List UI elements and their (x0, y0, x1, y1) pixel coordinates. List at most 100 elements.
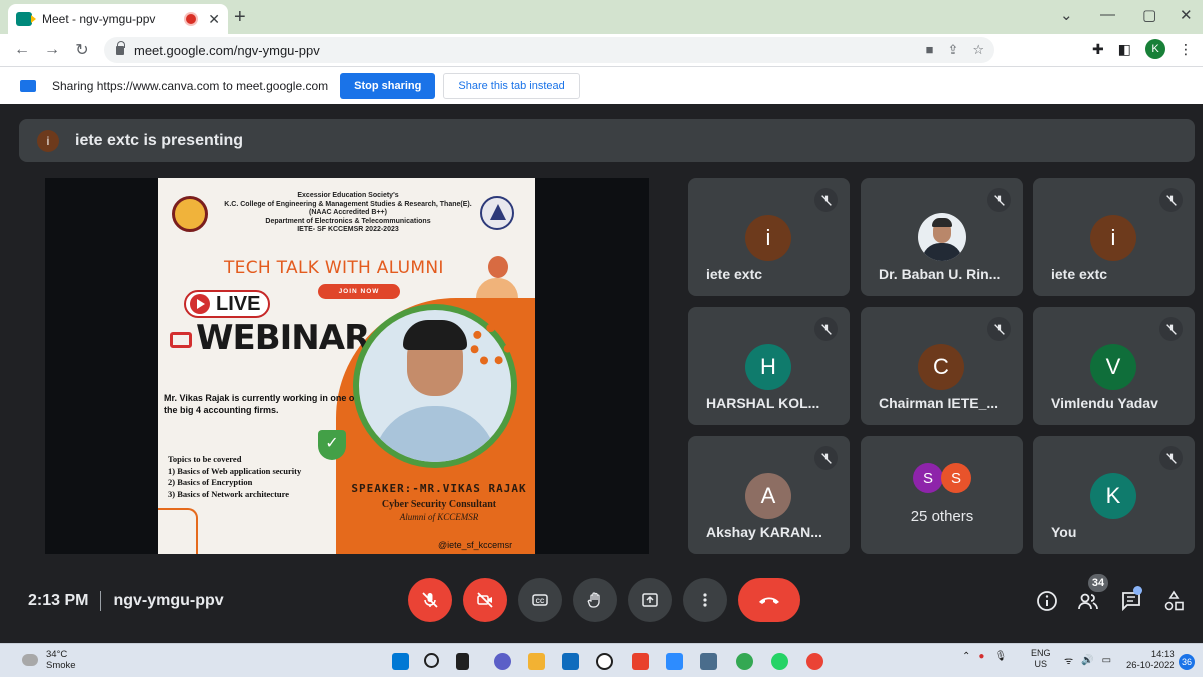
captions-button[interactable]: CC (518, 578, 562, 622)
mail-icon[interactable] (562, 653, 579, 670)
close-tab-icon[interactable]: ✕ (208, 11, 220, 28)
new-tab-button[interactable]: + (234, 6, 246, 29)
shared-screen[interactable]: Excessior Education Society's K.C. Colle… (45, 178, 649, 554)
participant-avatar: i (745, 215, 791, 261)
chat-teams-icon[interactable] (494, 653, 511, 670)
join-now-badge: JOIN NOW (318, 284, 400, 299)
dell-icon[interactable] (596, 653, 613, 670)
people-icon (1078, 593, 1098, 610)
browser-toolbar: ← → ↻ meet.google.com/ngv-ymgu-ppv ■ ⇪ ☆… (0, 34, 1203, 66)
more-vertical-icon (703, 593, 707, 607)
quick-settings[interactable]: ᯤ 🔊 ▭ (1064, 653, 1112, 668)
language-indicator[interactable]: ENG US (1031, 648, 1051, 670)
app-blue-icon[interactable] (700, 653, 717, 670)
back-arrow-icon[interactable]: ← (10, 41, 34, 59)
activities-shapes-icon (1164, 590, 1184, 611)
iete-logo (480, 196, 514, 230)
chat-unread-dot (1133, 586, 1142, 595)
task-view-icon[interactable] (456, 653, 469, 670)
screen-sharing-infobar: Sharing https://www.canva.com to meet.go… (0, 66, 1203, 104)
participant-tile[interactable]: Dr. Baban U. Rin... (861, 178, 1023, 296)
presenting-text: iete extc is presenting (75, 131, 244, 149)
leave-call-button[interactable] (738, 578, 800, 622)
zoom-icon[interactable] (666, 653, 683, 670)
participant-avatar: C (918, 344, 964, 390)
show-hidden-icons-chevron-icon[interactable]: ⌃ (962, 651, 970, 662)
lock-icon (116, 40, 125, 55)
minimize-icon[interactable]: — (1100, 6, 1115, 23)
play-icon (190, 294, 210, 314)
more-options-button[interactable] (683, 578, 727, 622)
temperature: 34°C (46, 649, 68, 660)
share-page-icon[interactable]: ⇪ (947, 42, 958, 58)
mic-off-icon (1159, 446, 1183, 470)
extensions-puzzle-icon[interactable]: ✚ (1092, 41, 1104, 58)
meeting-time: 2:13 PM (28, 592, 89, 610)
microphone-toggle-button[interactable] (408, 578, 452, 622)
mic-off-icon (814, 446, 838, 470)
address-bar[interactable]: meet.google.com/ngv-ymgu-ppv ■ ⇪ ☆ (104, 37, 994, 63)
stop-sharing-button[interactable]: Stop sharing (340, 72, 436, 99)
participant-avatar: S (913, 463, 943, 493)
share-this-tab-button[interactable]: Share this tab instead (443, 72, 580, 99)
present-now-button[interactable] (628, 578, 672, 622)
reload-icon[interactable]: ↻ (70, 40, 94, 60)
participant-avatar: K (1090, 473, 1136, 519)
start-windows-icon[interactable] (392, 653, 409, 670)
live-badge: LIVE (184, 290, 270, 318)
participant-tile[interactable]: A Akshay KARAN... (688, 436, 850, 554)
others-count: 25 others (910, 508, 974, 525)
mic-off-icon (987, 317, 1011, 341)
camera-toggle-button[interactable] (463, 578, 507, 622)
forward-arrow-icon[interactable]: → (40, 41, 64, 59)
wifi-icon: ᯤ (1064, 656, 1074, 667)
shield-check-icon: ✓ (318, 430, 346, 460)
file-explorer-icon[interactable] (528, 653, 545, 670)
topics-list: Topics to be covered 1) Basics of Web ap… (168, 454, 302, 499)
side-panel-icon[interactable]: ◧ (1118, 41, 1131, 58)
chrome-icon[interactable] (736, 653, 753, 670)
microphone-icon[interactable]: 🎙 (994, 651, 1007, 662)
participant-name: Chairman IETE_... (879, 395, 999, 411)
taskbar-clock[interactable]: 14:13 26-10-2022 (1126, 649, 1175, 671)
notification-badge[interactable]: 36 (1179, 654, 1195, 670)
browser-menu-icon[interactable]: ⋮ (1179, 41, 1193, 58)
browser-tab-meet[interactable]: Meet - ngv-ymgu-ppv ✕ (8, 4, 228, 34)
antivirus-icon[interactable]: ● (978, 651, 984, 662)
gear-icon (470, 324, 512, 366)
battery-icon: ▭ (1101, 654, 1112, 666)
search-icon[interactable] (424, 653, 439, 668)
url-text: meet.google.com/ngv-ymgu-ppv (134, 42, 320, 58)
recording-indicator-icon (186, 14, 197, 24)
others-tile[interactable]: S S 25 others (861, 436, 1023, 554)
webinar-poster: Excessior Education Society's K.C. Colle… (158, 178, 535, 554)
meeting-info-button[interactable] (1034, 588, 1060, 614)
speaker-details: SPEAKER:-MR.VIKAS RAJAK Cyber Security C… (351, 482, 527, 522)
camera-in-use-icon[interactable]: ■ (926, 42, 934, 58)
participant-tile[interactable]: V Vimlendu Yadav (1033, 307, 1195, 425)
browser-tab-strip: Meet - ngv-ymgu-ppv ✕ + ⌄ — ▢ ✕ (0, 0, 1203, 34)
participant-tile[interactable]: C Chairman IETE_... (861, 307, 1023, 425)
maximize-icon[interactable]: ▢ (1142, 6, 1156, 24)
profile-avatar[interactable]: K (1145, 39, 1165, 59)
participant-photo-avatar (918, 213, 966, 261)
smoke-weather-icon (22, 654, 38, 666)
self-tile[interactable]: K You (1033, 436, 1195, 554)
chrome-profile-icon[interactable] (806, 653, 823, 670)
whatsapp-icon[interactable] (771, 653, 788, 670)
participant-avatar: i (1090, 215, 1136, 261)
circuit-decoration (158, 508, 198, 554)
presenter-avatar: i (37, 129, 59, 152)
bookmark-star-icon[interactable]: ☆ (972, 42, 984, 58)
activities-button[interactable] (1161, 588, 1187, 614)
others-avatars: S S (913, 463, 971, 493)
participant-tile[interactable]: i iete extc (1033, 178, 1195, 296)
raise-hand-button[interactable] (573, 578, 617, 622)
system-tray: ⌃ ● 🎙 (962, 651, 1019, 662)
tab-search-icon[interactable]: ⌄ (1060, 6, 1073, 24)
weather-widget[interactable]: 34°C Smoke (22, 649, 76, 671)
close-window-icon[interactable]: ✕ (1180, 6, 1193, 24)
participant-tile[interactable]: H HARSHAL KOL... (688, 307, 850, 425)
participant-tile[interactable]: i iete extc (688, 178, 850, 296)
app-red-icon[interactable] (632, 653, 649, 670)
